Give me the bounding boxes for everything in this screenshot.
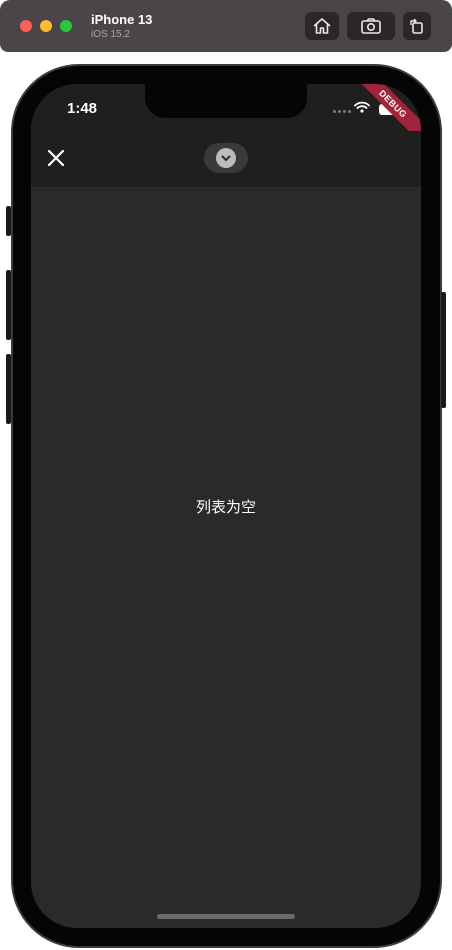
os-version: iOS 15.2	[91, 29, 130, 40]
signal-icon	[333, 110, 351, 113]
power-button	[441, 292, 446, 408]
volume-up-button	[6, 270, 11, 340]
home-button[interactable]	[305, 12, 339, 40]
app-bar	[31, 131, 421, 187]
close-window-button[interactable]	[20, 20, 32, 32]
sheet-handle-button[interactable]	[204, 143, 248, 173]
screenshot-icon	[361, 18, 381, 34]
empty-list-message: 列表为空	[195, 499, 256, 516]
simulator-titlebar: iPhone 13 iOS 15.2	[0, 0, 452, 52]
silent-switch	[6, 206, 11, 236]
screenshot-button[interactable]	[347, 12, 395, 40]
zoom-window-button[interactable]	[60, 20, 72, 32]
status-time: 1:48	[67, 100, 98, 117]
device-screen: 1:48 DEBUG 列表为空	[31, 84, 421, 928]
volume-down-button	[6, 354, 11, 424]
minimize-window-button[interactable]	[40, 20, 52, 32]
chevron-down-icon	[221, 155, 231, 161]
status-bar: 1:48 DEBUG	[31, 84, 421, 148]
home-icon	[313, 18, 331, 34]
home-indicator[interactable]	[157, 914, 295, 919]
rotate-button[interactable]	[403, 12, 431, 40]
wifi-icon	[354, 101, 370, 113]
handle-circle	[216, 148, 236, 168]
close-icon[interactable]	[45, 147, 67, 169]
rotate-icon	[410, 18, 423, 34]
device-name: iPhone 13	[91, 12, 153, 27]
notch	[145, 84, 307, 118]
